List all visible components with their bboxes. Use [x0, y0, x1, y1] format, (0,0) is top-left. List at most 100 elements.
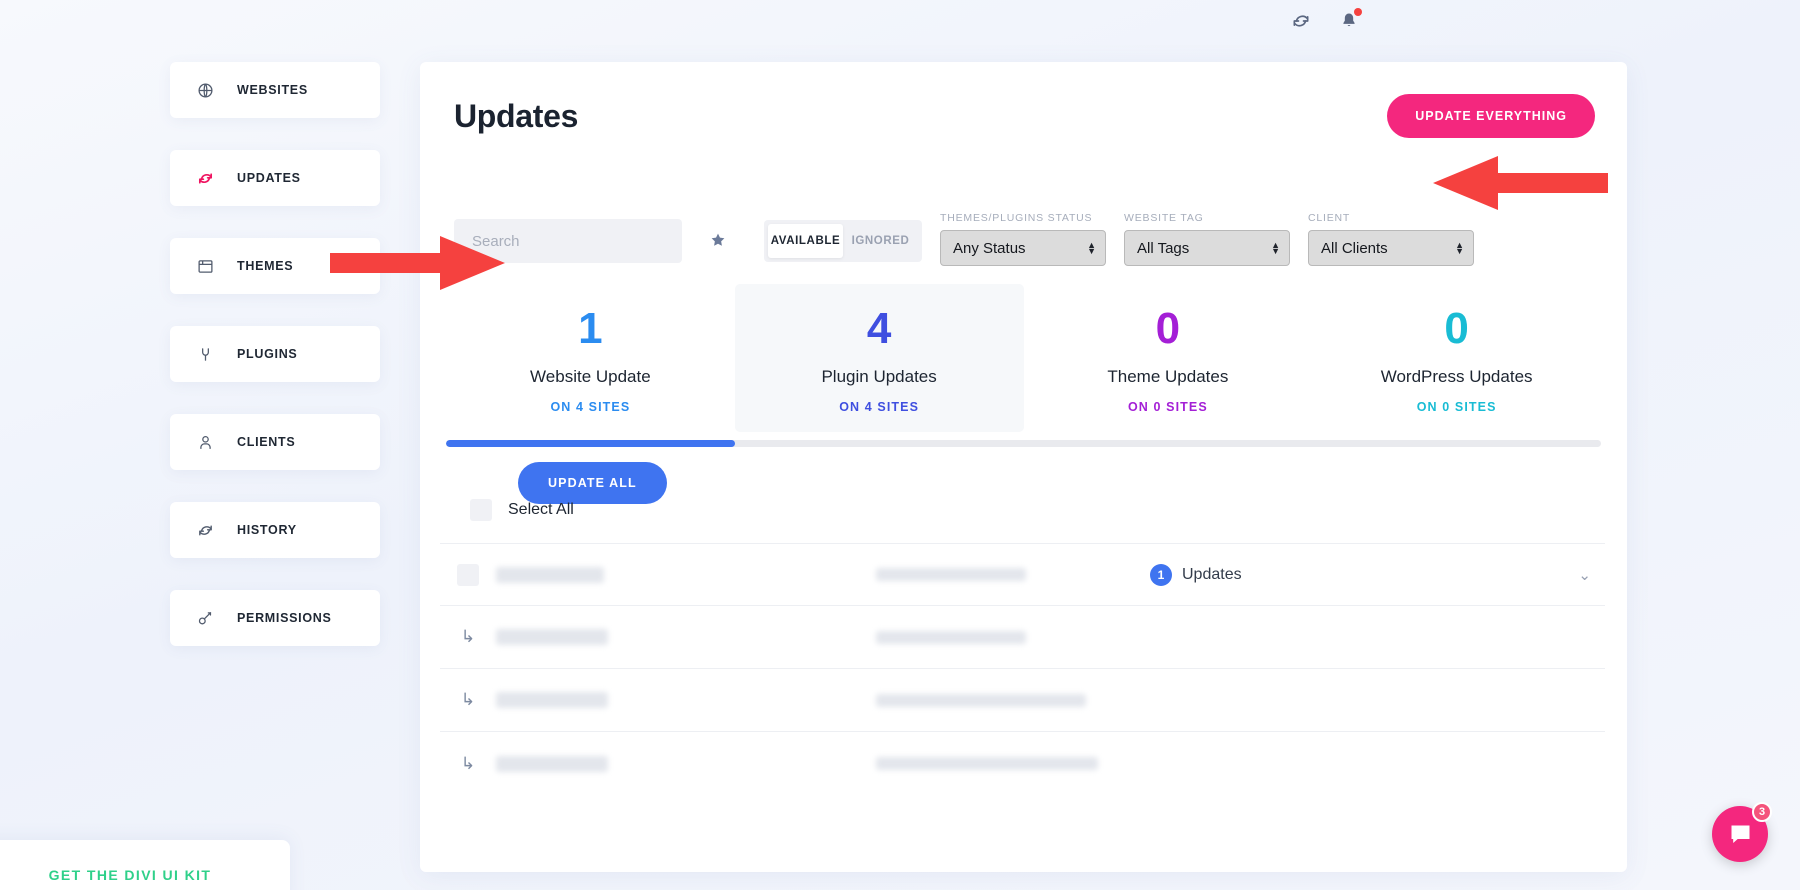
- stat-sites: ON 4 SITES: [839, 399, 920, 414]
- divi-ui-kit-label: GET THE DIVI UI KIT: [48, 867, 212, 883]
- redacted-site-url: [876, 693, 1086, 707]
- chevron-updown-icon: ▲ ▼: [1087, 240, 1096, 256]
- sidebar-item-history[interactable]: HISTORY: [170, 502, 380, 558]
- stat-sites: ON 0 SITES: [1127, 399, 1208, 414]
- select-value: Any Status: [953, 239, 1026, 257]
- row-site-url: [876, 630, 1176, 644]
- website-tag-filter: WEBSITE TAG All Tags ▲ ▼: [1124, 212, 1290, 266]
- sidebar-item-label: UPDATES: [237, 171, 301, 185]
- filter-bar: AVAILABLE IGNORED THEMES/PLUGINS STATUS …: [454, 212, 1595, 266]
- divi-ui-kit-promo[interactable]: GET THE DIVI UI KIT: [0, 840, 290, 890]
- select-value: All Tags: [1137, 239, 1190, 257]
- redacted-site-url: [876, 630, 1026, 644]
- row-site-url: [876, 757, 1176, 770]
- row-checkbox[interactable]: [457, 563, 479, 586]
- select-all-row: Select All: [470, 499, 574, 521]
- stat-count: 0: [1155, 303, 1181, 353]
- website-tag-select[interactable]: All Tags ▲ ▼: [1124, 230, 1290, 266]
- client-filter: CLIENT All Clients ▲ ▼: [1308, 212, 1474, 266]
- sidebar-item-clients[interactable]: CLIENTS: [170, 414, 380, 470]
- stat-card-wordpress-updates[interactable]: 0 WordPress Updates ON 0 SITES: [1312, 284, 1601, 432]
- redacted-site-name: [496, 755, 608, 772]
- user-icon: [195, 432, 215, 452]
- key-icon: [195, 608, 215, 628]
- refresh-icon: [195, 520, 215, 540]
- stat-card-theme-updates[interactable]: 0 Theme Updates ON 0 SITES: [1024, 284, 1313, 432]
- select-all-checkbox[interactable]: [470, 499, 492, 521]
- stat-card-website-update[interactable]: 1 Website Update ON 4 SITES: [446, 284, 735, 432]
- table-row[interactable]: 1 Updates ⌄: [440, 543, 1605, 606]
- updates-list: 1 Updates ⌄ ↳ ↳ ↳: [440, 543, 1605, 795]
- update-progress-bar: [446, 440, 1601, 447]
- app-root: WEBSITES UPDATES THEMES PLUGINS CLIENTS …: [0, 0, 1800, 890]
- chat-bubble-icon: [1731, 825, 1749, 843]
- update-all-button[interactable]: UPDATE ALL: [518, 462, 667, 504]
- sidebar-item-updates[interactable]: UPDATES: [170, 150, 380, 206]
- sidebar-item-label: HISTORY: [237, 523, 297, 537]
- availability-toggle[interactable]: AVAILABLE IGNORED: [764, 220, 922, 262]
- sidebar-item-label: CLIENTS: [237, 435, 296, 449]
- sidebar-item-label: THEMES: [237, 259, 294, 273]
- badge-label: Updates: [1182, 565, 1242, 583]
- page-title: Updates: [454, 98, 579, 134]
- client-select[interactable]: All Clients ▲ ▼: [1308, 230, 1474, 266]
- redacted-site-name: [496, 629, 608, 645]
- update-everything-button[interactable]: UPDATE EVERYTHING: [1387, 94, 1595, 138]
- plug-icon: [195, 344, 215, 364]
- row-site-name: [496, 566, 876, 583]
- select-value: All Clients: [1321, 239, 1388, 257]
- redacted-site-url: [876, 568, 1026, 581]
- chat-launcher-button[interactable]: 3: [1712, 802, 1772, 862]
- row-checkbox-cell: [440, 563, 496, 586]
- stat-count: 1: [578, 303, 603, 353]
- chevron-updown-icon: ▲ ▼: [1271, 240, 1280, 256]
- stat-label: Theme Updates: [1107, 366, 1229, 386]
- chat-unread-count: 3: [1752, 802, 1772, 822]
- chevron-updown-icon: ▲ ▼: [1455, 240, 1464, 256]
- update-progress-fill: [446, 440, 735, 447]
- notification-dot: [1354, 8, 1362, 16]
- select-all-label: Select All: [508, 501, 574, 518]
- sidebar-item-label: PERMISSIONS: [237, 611, 332, 625]
- stat-sites: ON 0 SITES: [1416, 399, 1497, 414]
- star-icon[interactable]: [709, 231, 729, 251]
- stat-card-plugin-updates[interactable]: 4 Plugin Updates ON 4 SITES: [734, 284, 1024, 432]
- sidebar-item-label: WEBSITES: [237, 83, 308, 97]
- row-site-name: [496, 629, 876, 645]
- window-icon: [195, 256, 215, 276]
- sidebar-item-plugins[interactable]: PLUGINS: [170, 326, 380, 382]
- redacted-site-name: [496, 566, 604, 583]
- stat-count: 4: [866, 303, 892, 353]
- stat-cards: 1 Website Update ON 4 SITES 4 Plugin Upd…: [446, 284, 1601, 432]
- refresh-icon[interactable]: [1290, 10, 1312, 32]
- search-input[interactable]: [454, 219, 682, 263]
- chevron-down-icon[interactable]: ⌄: [1578, 566, 1591, 584]
- stat-label: Plugin Updates: [821, 366, 937, 386]
- segment-ignored[interactable]: IGNORED: [843, 224, 918, 258]
- row-site-url: [876, 568, 1176, 581]
- stat-label: Website Update: [530, 366, 651, 386]
- stat-count: 0: [1444, 303, 1469, 353]
- bell-icon[interactable]: [1338, 8, 1362, 32]
- sidebar-item-websites[interactable]: WEBSITES: [170, 62, 380, 118]
- refresh-icon: [195, 168, 215, 188]
- redacted-site-url: [876, 757, 1098, 770]
- return-arrow-icon: ↳: [460, 627, 476, 646]
- row-site-name: [496, 692, 876, 708]
- themes-plugins-status-select[interactable]: Any Status ▲ ▼: [940, 230, 1106, 266]
- sidebar-item-themes[interactable]: THEMES: [170, 238, 380, 294]
- stat-label: WordPress Updates: [1380, 366, 1533, 386]
- sidebar-item-permissions[interactable]: PERMISSIONS: [170, 590, 380, 646]
- sidebar-item-label: PLUGINS: [237, 347, 298, 361]
- row-updates-badge: 1 Updates: [1150, 563, 1242, 586]
- table-row[interactable]: ↳: [440, 606, 1605, 669]
- table-row[interactable]: ↳: [440, 732, 1605, 795]
- badge-count: 1: [1150, 563, 1172, 586]
- themes-plugins-status-filter: THEMES/PLUGINS STATUS Any Status ▲ ▼: [940, 212, 1106, 266]
- stat-sites: ON 4 SITES: [550, 399, 631, 414]
- table-row[interactable]: ↳: [440, 669, 1605, 732]
- main-panel: Updates UPDATE EVERYTHING AVAILABLE IGNO…: [420, 62, 1627, 872]
- segment-available[interactable]: AVAILABLE: [768, 224, 843, 258]
- globe-icon: [195, 80, 215, 100]
- return-arrow-icon: ↳: [460, 753, 476, 773]
